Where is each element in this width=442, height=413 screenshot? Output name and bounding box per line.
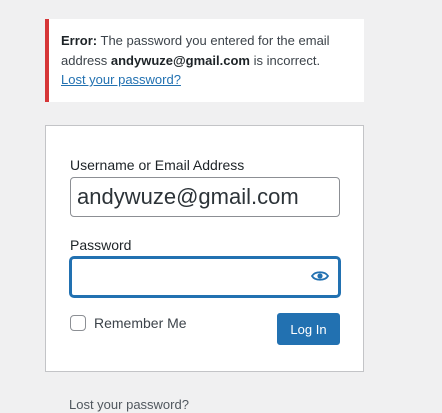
error-email: andywuze@gmail.com — [110, 52, 250, 68]
remember-me-checkbox[interactable] — [70, 315, 86, 331]
login-form: Username or Email Address Password Remem… — [45, 125, 364, 372]
error-lost-password-link[interactable]: Lost your password? — [61, 72, 181, 87]
login-error-notice: Error: The password you entered for the … — [45, 19, 364, 102]
error-text-after: is incorrect. — [249, 52, 321, 68]
username-label: Username or Email Address — [70, 157, 245, 173]
show-password-button[interactable] — [308, 267, 332, 289]
log-in-button[interactable]: Log In — [277, 313, 340, 345]
error-prefix: Error: — [61, 33, 98, 48]
password-input[interactable] — [70, 257, 340, 297]
password-label: Password — [70, 237, 132, 253]
remember-me-row: Remember Me — [70, 315, 187, 331]
username-input[interactable] — [70, 177, 340, 217]
eye-icon — [310, 269, 330, 287]
lost-password-link[interactable]: Lost your password? — [69, 397, 189, 413]
remember-me-label[interactable]: Remember Me — [94, 315, 187, 331]
